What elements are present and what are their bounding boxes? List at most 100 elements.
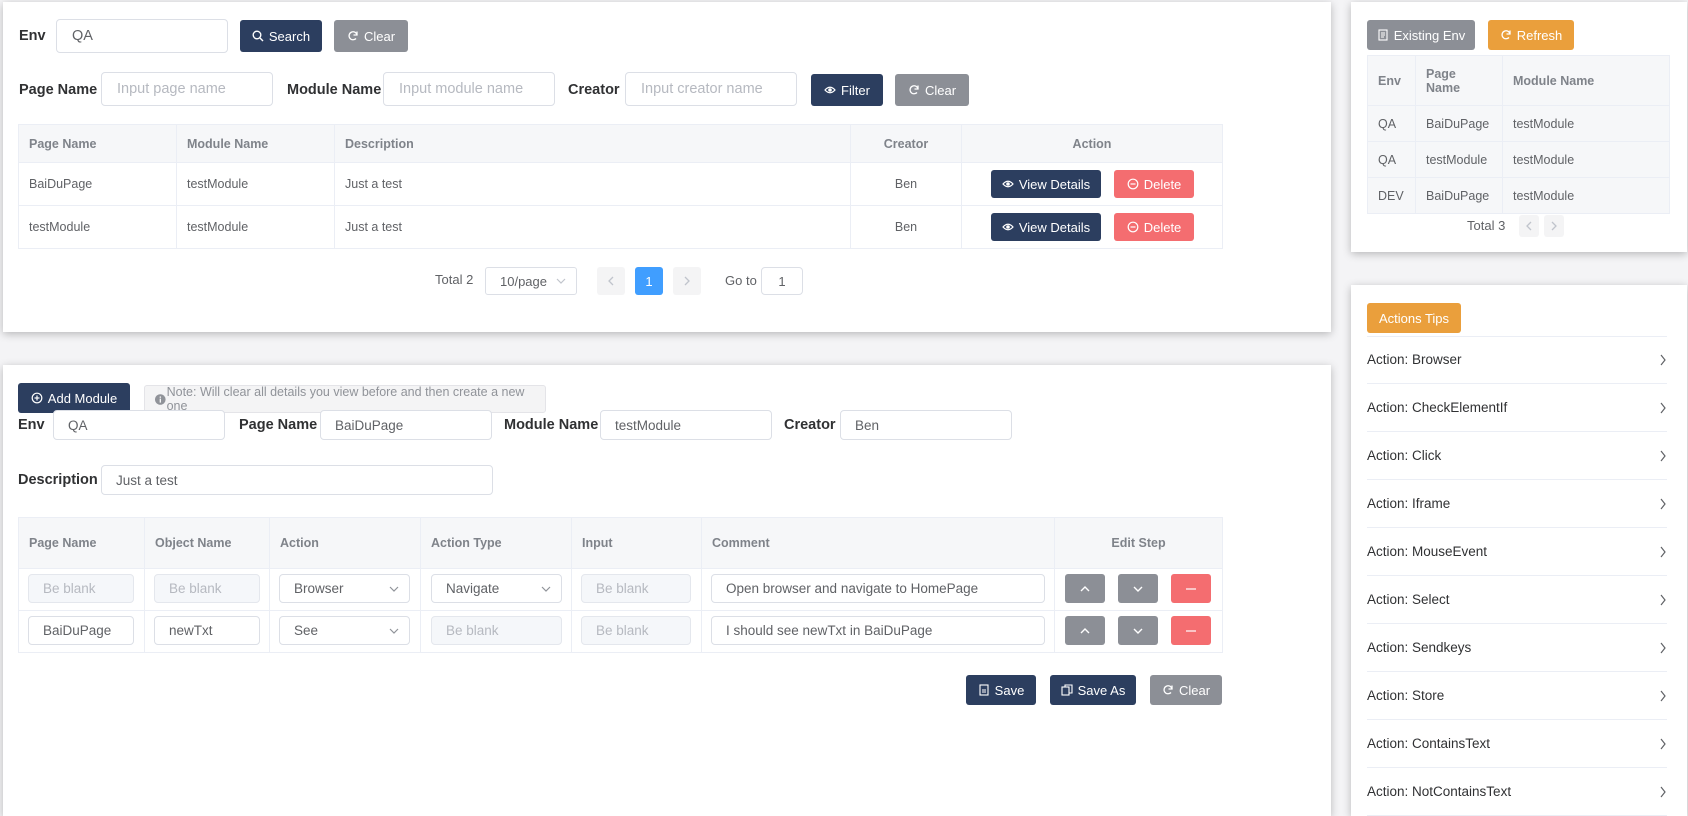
save-as-button[interactable]: Save As [1050, 675, 1136, 705]
next-page-button[interactable] [1544, 215, 1564, 237]
move-step-up-button[interactable] [1065, 616, 1105, 645]
existing-env-button[interactable]: Existing Env [1367, 20, 1475, 50]
add-module-button[interactable]: Add Module [18, 383, 130, 413]
step-page-name-input[interactable] [28, 574, 134, 603]
module-search-panel: Env Search Clear Page Name Module Name C… [3, 2, 1331, 332]
creator-input[interactable] [840, 410, 1012, 440]
cell-creator: Ben [850, 162, 962, 206]
clear-search-button[interactable]: Clear [334, 20, 408, 52]
chevron-right-icon [1660, 594, 1666, 605]
chevron-right-icon [684, 276, 690, 286]
step-action-type-select[interactable] [431, 616, 562, 645]
tip-item-browser[interactable]: Action: Browser [1367, 336, 1667, 384]
refresh-icon [348, 31, 358, 41]
tip-item-containstext[interactable]: Action: ContainsText [1367, 720, 1667, 768]
env-label: Env [18, 417, 45, 433]
create-note: Note: Will clear all details you view be… [144, 385, 546, 413]
step-object-name-input[interactable] [154, 574, 260, 603]
step-comment-input[interactable] [711, 616, 1045, 645]
actions-tips-button[interactable]: Actions Tips [1367, 303, 1461, 333]
cell-module-name: testModule [1502, 105, 1670, 142]
chevron-right-icon [1660, 402, 1666, 413]
view-details-button[interactable]: View Details [991, 170, 1101, 198]
col-header: Object Name [144, 517, 270, 569]
chevron-right-icon [1660, 642, 1666, 653]
step-comment-input[interactable] [711, 574, 1045, 603]
creator-filter-input[interactable] [625, 72, 797, 106]
step-action-select[interactable]: See [279, 616, 410, 645]
table-row[interactable]: QA BaiDuPage testModule [1367, 105, 1670, 142]
move-step-up-button[interactable] [1065, 574, 1105, 603]
page-name-input[interactable] [320, 410, 492, 440]
step-action-type-select[interactable]: Navigate [431, 574, 562, 603]
col-header: Env [1367, 55, 1416, 106]
add-module-label: Add Module [47, 390, 118, 406]
module-name-input[interactable] [600, 410, 772, 440]
remove-step-button[interactable] [1171, 616, 1211, 645]
step-page-name-input[interactable] [28, 616, 134, 645]
tip-item-click[interactable]: Action: Click [1367, 432, 1667, 480]
module-name-filter-input[interactable] [383, 72, 555, 106]
next-page-button[interactable] [673, 267, 701, 295]
step-input-field[interactable] [581, 616, 691, 645]
step-input-field[interactable] [581, 574, 691, 603]
refresh-button[interactable]: Refresh [1488, 20, 1574, 50]
env-search-input[interactable] [56, 19, 228, 53]
tip-item-select[interactable]: Action: Select [1367, 576, 1667, 624]
col-header: Page Name [18, 517, 145, 569]
view-details-button[interactable]: View Details [991, 213, 1101, 241]
step-action-select[interactable]: Browser [279, 574, 410, 603]
tip-item-iframe[interactable]: Action: Iframe [1367, 480, 1667, 528]
tip-item-label: Action: Select [1367, 592, 1450, 607]
prev-page-button[interactable] [1519, 215, 1539, 237]
minus-circle-icon [1127, 221, 1139, 233]
clear-button-label: Clear [924, 82, 957, 98]
remove-step-button[interactable] [1171, 574, 1211, 603]
select-value: Navigate [446, 581, 500, 596]
delete-button[interactable]: Delete [1114, 170, 1194, 198]
delete-label: Delete [1143, 176, 1182, 192]
col-header: Page Name [1415, 55, 1503, 106]
move-step-down-button[interactable] [1118, 574, 1158, 603]
page-name-filter-input[interactable] [101, 72, 273, 106]
page-size-select[interactable]: 10/page [485, 267, 577, 295]
save-button[interactable]: Save [966, 675, 1036, 705]
chevron-down-icon [389, 586, 399, 592]
view-details-label: View Details [1018, 176, 1091, 192]
chevron-right-icon [1660, 546, 1666, 557]
step-object-name-input[interactable] [154, 616, 260, 645]
tip-item-label: Action: Store [1367, 688, 1445, 703]
tip-item-label: Action: CheckElementIf [1367, 400, 1508, 415]
table-row[interactable]: QA testModule testModule [1367, 141, 1670, 178]
env-total: Total 3 [1467, 218, 1506, 233]
description-input[interactable] [101, 465, 493, 495]
tip-item-mouseevent[interactable]: Action: MouseEvent [1367, 528, 1667, 576]
delete-button[interactable]: Delete [1114, 213, 1194, 241]
clear-editor-button[interactable]: Clear [1150, 675, 1222, 705]
col-header: Action Type [420, 517, 572, 569]
tip-item-notcontainstext[interactable]: Action: NotContainsText [1367, 768, 1667, 816]
cell-page-name: BaiDuPage [1415, 177, 1503, 214]
clear-filter-button[interactable]: Clear [895, 74, 969, 106]
env-input[interactable] [53, 410, 225, 440]
pagination-total: Total 2 [435, 272, 474, 287]
prev-page-button[interactable] [597, 267, 625, 295]
refresh-icon [1163, 685, 1173, 695]
chevron-down-icon [1133, 586, 1143, 592]
tip-item-store[interactable]: Action: Store [1367, 672, 1667, 720]
env-label: Env [19, 28, 46, 44]
chevron-down-icon [1133, 628, 1143, 634]
filter-button[interactable]: Filter [811, 74, 883, 106]
table-row[interactable]: DEV BaiDuPage testModule [1367, 177, 1670, 214]
goto-page-input[interactable] [761, 267, 803, 295]
chevron-right-icon [1660, 786, 1666, 797]
tip-item-sendkeys[interactable]: Action: Sendkeys [1367, 624, 1667, 672]
page-number-current[interactable]: 1 [635, 267, 663, 295]
col-header: Description [334, 124, 851, 163]
move-step-down-button[interactable] [1118, 616, 1158, 645]
cell-module-name: testModule [176, 205, 335, 249]
search-button[interactable]: Search [240, 20, 322, 52]
col-header: Action [269, 517, 421, 569]
col-header: Input [571, 517, 702, 569]
tip-item-checkelementif[interactable]: Action: CheckElementIf [1367, 384, 1667, 432]
